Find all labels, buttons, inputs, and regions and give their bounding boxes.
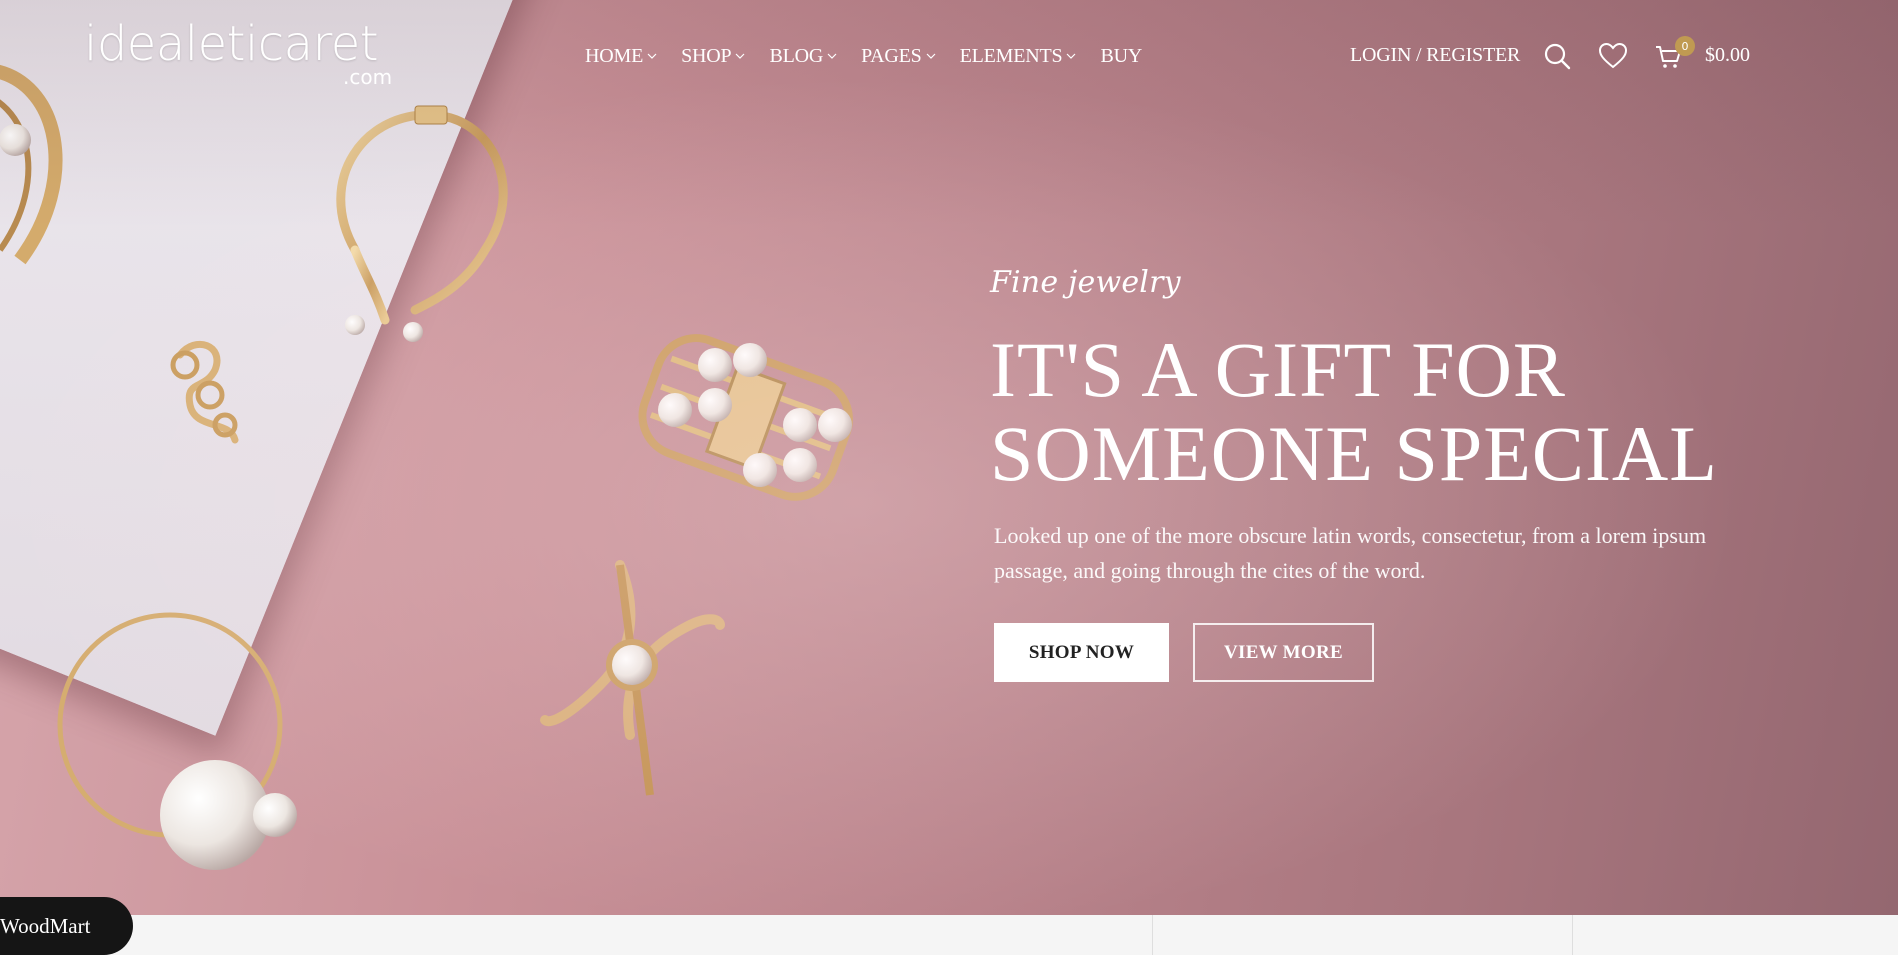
cuff-bracelet-image	[336, 105, 508, 342]
hero-content: Fine jewelry IT'S A GIFT FOR SOMEONE SPE…	[990, 268, 1790, 682]
cart-count-badge: 0	[1675, 36, 1695, 56]
site-header: idealeticaret .com HOME SHOP BLOG PAGES …	[0, 0, 1898, 110]
open-ring-image	[170, 340, 239, 444]
hero-headline: IT'S A GIFT FOR SOMEONE SPECIAL	[990, 328, 1790, 496]
pearl-bangle-image	[57, 612, 297, 870]
wave-ring-image	[540, 560, 725, 796]
search-button[interactable]	[1541, 40, 1573, 72]
woodmart-badge[interactable]: WoodMart	[0, 897, 133, 955]
hero-description: Looked up one of the more obscure latin …	[994, 523, 1707, 583]
hero-buttons: SHOP NOW VIEW MORE	[994, 623, 1790, 682]
pearl-cuff-image	[638, 334, 853, 501]
hero-headline-line1: IT'S A GIFT FOR	[990, 326, 1566, 413]
header-actions: LOGIN / REGISTER	[0, 40, 1898, 72]
section-divider	[1572, 915, 1573, 955]
section-divider	[1152, 915, 1153, 955]
search-icon	[1544, 43, 1571, 70]
heart-icon	[1598, 42, 1628, 69]
hero-tagline: Fine jewelry	[990, 265, 1181, 300]
shop-now-button[interactable]: SHOP NOW	[994, 623, 1169, 682]
cart-total[interactable]: $0.00	[1705, 44, 1750, 67]
hero-headline-line2: SOMEONE SPECIAL	[990, 410, 1718, 497]
wishlist-button[interactable]	[1597, 40, 1629, 72]
next-section-strip	[0, 915, 1898, 955]
view-more-button[interactable]: VIEW MORE	[1193, 623, 1374, 682]
woodmart-badge-label: WoodMart	[0, 913, 91, 938]
login-register-link[interactable]: LOGIN / REGISTER	[1350, 44, 1520, 67]
